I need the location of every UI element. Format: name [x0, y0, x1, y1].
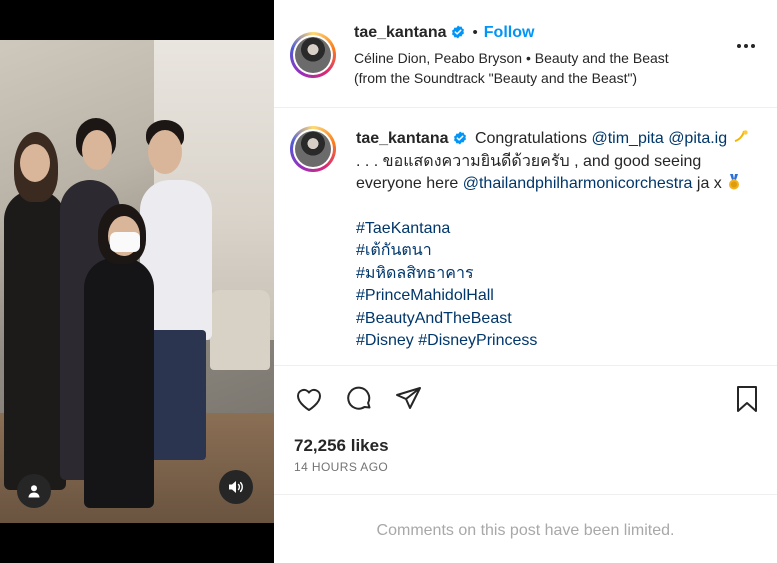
author-line: tae_kantana • Follow [354, 24, 534, 42]
save-button[interactable] [732, 384, 762, 414]
avatar-image [295, 37, 331, 73]
user-tag-button[interactable] [17, 474, 51, 508]
caption-text: tae_kantana Congratulations @tim_pita @p… [356, 128, 756, 353]
mention-link[interactable]: @thailandphilharmonicorchestra [463, 175, 693, 192]
hashtag-link[interactable]: #มหิดลสิทธาคาร [356, 263, 756, 286]
avatar-ring-inner [293, 35, 333, 75]
hashtag-link[interactable]: #Disney #DisneyPrincess [356, 330, 756, 353]
caption-text-part: ja x [692, 175, 727, 192]
more-dot [744, 44, 748, 48]
dizzy-emoji-icon [734, 130, 748, 142]
photo-person-jeans [148, 330, 206, 460]
comments-limited-notice: Comments on this post have been limited. [376, 522, 675, 539]
like-button[interactable] [294, 384, 324, 414]
photo-face-mask [110, 232, 140, 252]
photo-person-head [148, 130, 182, 174]
photo-chair [210, 290, 270, 370]
header-separator: • [472, 24, 478, 41]
post-header: tae_kantana • Follow Céline Dion, Peabo Br… [274, 0, 777, 108]
verified-badge-icon [453, 131, 466, 145]
medal-emoji-icon [729, 174, 740, 190]
photo-person-child [84, 258, 154, 508]
share-button[interactable] [394, 384, 424, 414]
mention-link[interactable]: @tim_pita [591, 130, 663, 147]
photo-person-woman [4, 190, 66, 490]
mention-link[interactable]: @pita.ig [668, 130, 727, 147]
follow-button[interactable]: Follow [484, 24, 535, 41]
caption-area: tae_kantana Congratulations @tim_pita @p… [274, 108, 777, 366]
heart-icon [296, 388, 322, 411]
avatar-image [295, 131, 331, 167]
post-photo[interactable] [0, 40, 274, 523]
user-tag-icon [28, 485, 40, 498]
caption-text-part: Congratulations [474, 130, 592, 147]
comment-button[interactable] [344, 384, 374, 414]
photo-person-head [20, 144, 50, 182]
more-options-icon[interactable] [737, 44, 755, 48]
hashtag-link[interactable]: #TaeKantana [356, 218, 756, 241]
post-timestamp: 14 HOURS AGO [294, 460, 389, 474]
avatar-ring-inner [293, 129, 333, 169]
action-bar [274, 376, 777, 424]
post-panel: tae_kantana • Follow Céline Dion, Peabo Br… [274, 0, 777, 563]
photo-person-head [82, 130, 112, 170]
more-dot [751, 44, 755, 48]
hashtag-link[interactable]: #PrinceMahidolHall [356, 285, 756, 308]
more-dot [737, 44, 741, 48]
comments-divider [274, 494, 777, 495]
share-paper-plane-icon [396, 387, 421, 409]
author-avatar[interactable] [290, 32, 336, 78]
speaker-icon [229, 481, 243, 493]
audio-track-link[interactable]: Céline Dion, Peabo Bryson • Beauty and t… [354, 48, 704, 88]
post-media[interactable] [0, 0, 274, 563]
author-username[interactable]: tae_kantana [354, 24, 447, 41]
hashtag-link[interactable]: #เต้กันตนา [356, 240, 756, 263]
hashtag-link[interactable]: #BeautyAndTheBeast [356, 308, 756, 331]
bookmark-icon [737, 386, 757, 412]
comment-icon [347, 386, 371, 410]
sound-toggle-button[interactable] [219, 470, 253, 504]
verified-badge-icon [451, 25, 464, 39]
likes-count[interactable]: 72,256 likes [294, 436, 389, 456]
caption-author-avatar[interactable] [290, 126, 336, 172]
caption-username[interactable]: tae_kantana [356, 130, 449, 147]
